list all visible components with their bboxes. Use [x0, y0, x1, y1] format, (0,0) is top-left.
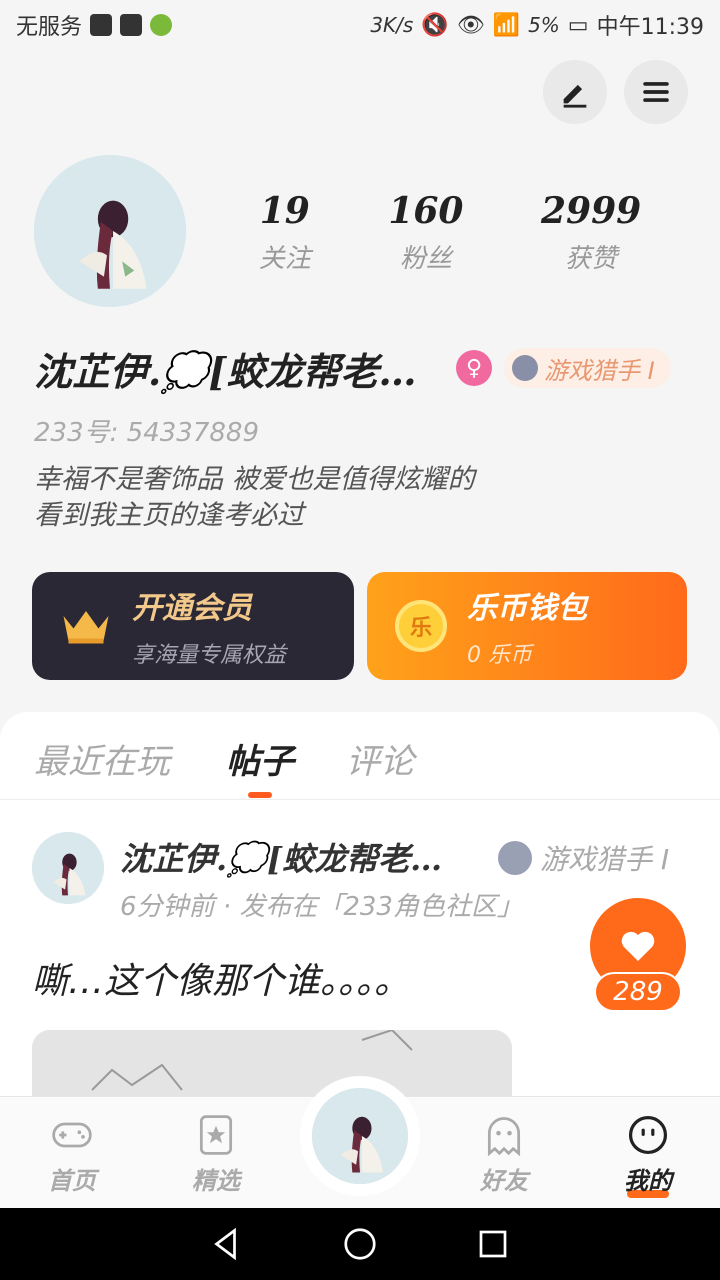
status-left: 无服务 — [16, 9, 173, 41]
tab-comments[interactable]: 评论 — [346, 734, 414, 783]
nav-featured-label: 精选 — [192, 1167, 240, 1195]
followers-count: 160 — [388, 190, 464, 232]
post-text[interactable]: 嘶…这个像那个谁。。。。 — [32, 952, 410, 1004]
sim-icon — [90, 14, 113, 36]
followers-stat[interactable]: 160 粉丝 — [388, 190, 463, 275]
battery-text: 5% — [528, 13, 560, 37]
wallet-card-subtitle: 0 乐币 — [467, 643, 532, 668]
mute-icon: 🔇 — [421, 12, 449, 38]
nav-me-label: 我的 — [624, 1167, 672, 1195]
pen-icon — [563, 84, 587, 108]
followers-label: 粉丝 — [399, 244, 452, 274]
active-tab-indicator — [248, 792, 272, 798]
like-count: 289 — [594, 972, 682, 1012]
back-icon[interactable] — [209, 1226, 245, 1262]
coin-icon: 乐 — [393, 598, 449, 654]
nav-friends-label: 好友 — [480, 1167, 528, 1195]
hamburger-icon — [643, 82, 669, 102]
network-speed: 3K/s — [370, 13, 414, 37]
mail-icon — [120, 14, 143, 36]
recents-icon[interactable] — [475, 1226, 511, 1262]
likes-stat[interactable]: 2999 获赞 — [541, 190, 641, 275]
level-badge-text: 游戏猎手 I — [544, 356, 655, 385]
username: 沈芷伊.💭[蛟龙帮老… — [34, 348, 417, 394]
post-author-avatar[interactable] — [32, 832, 104, 904]
name-row: 沈芷伊.💭[蛟龙帮老… ♀ 游戏猎手 I — [34, 340, 694, 396]
bio-line-1: 幸福不是奢饰品 被爱也是值得炫耀的 — [34, 464, 475, 495]
bio-line-2: 看到我主页的逢考必过 — [34, 500, 304, 531]
tab-recently-played[interactable]: 最近在玩 — [34, 734, 170, 783]
clock: 中午11:39 — [596, 15, 704, 40]
star-bookmark-icon — [199, 1115, 233, 1155]
heart-icon — [621, 931, 655, 961]
center-avatar — [312, 1088, 408, 1184]
nav-center-avatar-button[interactable] — [300, 1076, 420, 1196]
vip-card[interactable]: 开通会员 享海量专属权益 — [32, 572, 354, 680]
crown-icon — [58, 598, 114, 654]
following-count: 19 — [259, 190, 310, 232]
post-author-name[interactable]: 沈芷伊.💭[蛟龙帮老… — [120, 834, 480, 880]
sketch-image — [32, 1030, 512, 1102]
edit-profile-button[interactable] — [543, 60, 607, 124]
wallet-card-title: 乐币钱包 — [467, 591, 587, 626]
nav-home-label: 首页 — [48, 1167, 96, 1195]
smiley-icon — [628, 1115, 668, 1155]
nav-featured[interactable]: 精选 — [156, 1113, 276, 1196]
hunter-badge-icon — [512, 355, 538, 381]
post-image[interactable] — [32, 1030, 512, 1102]
menu-button[interactable] — [624, 60, 688, 124]
likes-count: 2999 — [541, 190, 642, 232]
avatar-illustration — [34, 155, 186, 307]
hunter-badge-icon — [498, 841, 532, 875]
tab-posts[interactable]: 帖子 — [226, 734, 294, 783]
wallet-card[interactable]: 乐 乐币钱包 0 乐币 — [367, 572, 687, 680]
nav-friends[interactable]: 好友 — [444, 1113, 564, 1196]
likes-label: 获赞 — [565, 244, 618, 274]
post-meta[interactable]: 6分钟前 · 发布在「233角色社区」 — [120, 886, 523, 923]
wifi-icon: 📶 — [492, 12, 521, 38]
vip-card-title: 开通会员 — [132, 591, 252, 626]
following-stat[interactable]: 19 关注 — [259, 190, 311, 275]
avatar-illustration — [312, 1088, 408, 1184]
nav-home[interactable]: 首页 — [12, 1113, 132, 1196]
status-bar: 无服务 3K/s 🔇 👁 📶 5% ▭ 中午11:39 — [0, 0, 720, 50]
coin-glyph: 乐 — [395, 600, 447, 652]
carrier-text: 无服务 — [16, 15, 83, 40]
avatar-illustration — [32, 832, 104, 904]
profile-tabs: 最近在玩 帖子 评论 — [0, 712, 720, 800]
battery-icon: ▭ — [567, 12, 589, 38]
ghost-icon — [487, 1117, 521, 1157]
following-label: 关注 — [258, 244, 311, 274]
home-icon[interactable] — [342, 1226, 378, 1262]
app-notification-icon — [150, 14, 173, 36]
status-right: 3K/s 🔇 👁 📶 5% ▭ 中午11:39 — [370, 9, 704, 41]
post-level-text: 游戏猎手 I — [540, 843, 670, 876]
level-badge[interactable]: 游戏猎手 I — [504, 348, 671, 388]
vip-card-subtitle: 享海量专属权益 — [132, 643, 287, 668]
nav-me[interactable]: 我的 — [588, 1113, 708, 1198]
gamepad-icon — [52, 1122, 92, 1148]
system-nav-bar — [0, 1208, 720, 1280]
profile-stats: 19 关注 160 粉丝 2999 获赞 — [220, 190, 680, 275]
female-icon: ♀ — [456, 350, 492, 386]
bio: 幸福不是奢饰品 被爱也是值得炫耀的 看到我主页的逢考必过 — [34, 462, 475, 534]
profile-avatar[interactable] — [34, 155, 186, 307]
eye-icon: 👁 — [456, 12, 485, 38]
user-id: 233号: 54337889 — [34, 418, 259, 448]
post-author-level: 游戏猎手 I — [498, 838, 669, 878]
